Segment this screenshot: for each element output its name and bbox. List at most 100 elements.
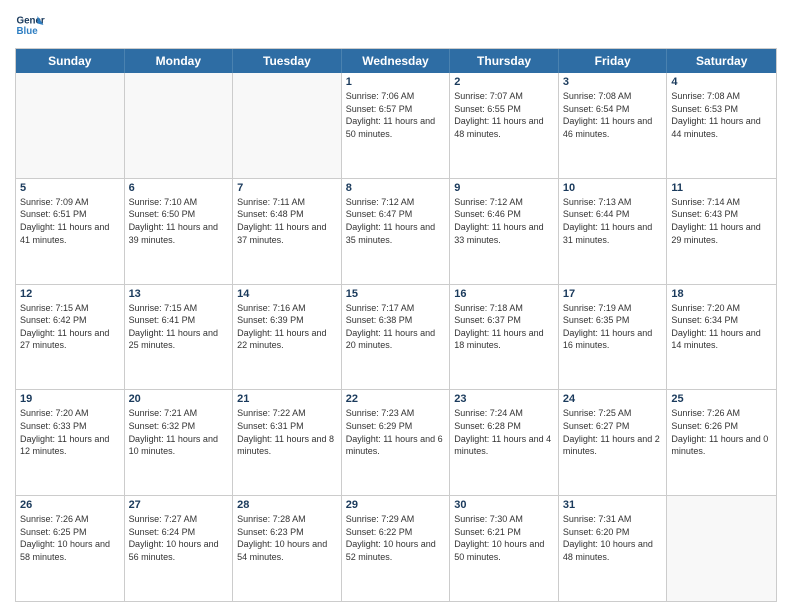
calendar-cell: 15 Sunrise: 7:17 AM Sunset: 6:38 PM Dayli… [342, 285, 451, 390]
day-info: Sunrise: 7:28 AM Sunset: 6:23 PM Dayligh… [237, 513, 337, 563]
calendar-cell: 26 Sunrise: 7:26 AM Sunset: 6:25 PM Dayli… [16, 496, 125, 601]
day-info: Sunrise: 7:25 AM Sunset: 6:27 PM Dayligh… [563, 407, 663, 457]
calendar-cell: 24 Sunrise: 7:25 AM Sunset: 6:27 PM Dayli… [559, 390, 668, 495]
header-cell-friday: Friday [559, 49, 668, 73]
day-number: 27 [129, 499, 229, 511]
calendar-cell: 13 Sunrise: 7:15 AM Sunset: 6:41 PM Dayli… [125, 285, 234, 390]
calendar-row-0: 1 Sunrise: 7:06 AM Sunset: 6:57 PM Daylig… [16, 73, 776, 179]
calendar-cell: 14 Sunrise: 7:16 AM Sunset: 6:39 PM Dayli… [233, 285, 342, 390]
calendar-cell: 11 Sunrise: 7:14 AM Sunset: 6:43 PM Dayli… [667, 179, 776, 284]
calendar-cell: 5 Sunrise: 7:09 AM Sunset: 6:51 PM Daylig… [16, 179, 125, 284]
day-number: 19 [20, 393, 120, 405]
day-info: Sunrise: 7:14 AM Sunset: 6:43 PM Dayligh… [671, 196, 772, 246]
day-info: Sunrise: 7:15 AM Sunset: 6:42 PM Dayligh… [20, 302, 120, 352]
day-number: 4 [671, 76, 772, 88]
day-info: Sunrise: 7:08 AM Sunset: 6:54 PM Dayligh… [563, 90, 663, 140]
calendar-row-1: 5 Sunrise: 7:09 AM Sunset: 6:51 PM Daylig… [16, 179, 776, 285]
day-number: 24 [563, 393, 663, 405]
day-number: 10 [563, 182, 663, 194]
day-number: 20 [129, 393, 229, 405]
calendar: SundayMondayTuesdayWednesdayThursdayFrid… [15, 48, 777, 602]
day-number: 6 [129, 182, 229, 194]
svg-text:Blue: Blue [17, 26, 39, 37]
day-info: Sunrise: 7:09 AM Sunset: 6:51 PM Dayligh… [20, 196, 120, 246]
header-cell-monday: Monday [125, 49, 234, 73]
day-info: Sunrise: 7:26 AM Sunset: 6:26 PM Dayligh… [671, 407, 772, 457]
calendar-cell: 20 Sunrise: 7:21 AM Sunset: 6:32 PM Dayli… [125, 390, 234, 495]
day-number: 23 [454, 393, 554, 405]
calendar-cell: 12 Sunrise: 7:15 AM Sunset: 6:42 PM Dayli… [16, 285, 125, 390]
day-info: Sunrise: 7:13 AM Sunset: 6:44 PM Dayligh… [563, 196, 663, 246]
day-info: Sunrise: 7:08 AM Sunset: 6:53 PM Dayligh… [671, 90, 772, 140]
day-info: Sunrise: 7:24 AM Sunset: 6:28 PM Dayligh… [454, 407, 554, 457]
calendar-body: 1 Sunrise: 7:06 AM Sunset: 6:57 PM Daylig… [16, 73, 776, 601]
calendar-cell: 6 Sunrise: 7:10 AM Sunset: 6:50 PM Daylig… [125, 179, 234, 284]
calendar-cell: 30Sunrise: 7:30 AM Sunset: 6:21 PM Dayli… [450, 496, 559, 601]
day-info: Sunrise: 7:22 AM Sunset: 6:31 PM Dayligh… [237, 407, 337, 457]
day-number: 7 [237, 182, 337, 194]
day-number: 17 [563, 288, 663, 300]
calendar-cell [16, 73, 125, 178]
calendar-cell: 22Sunrise: 7:23 AM Sunset: 6:29 PM Dayli… [342, 390, 451, 495]
day-number: 13 [129, 288, 229, 300]
calendar-cell: 31 Sunrise: 7:31 AM Sunset: 6:20 PM Dayli… [559, 496, 668, 601]
calendar-cell: 28 Sunrise: 7:28 AM Sunset: 6:23 PM Dayli… [233, 496, 342, 601]
day-number: 26 [20, 499, 120, 511]
calendar-header: SundayMondayTuesdayWednesdayThursdayFrid… [16, 49, 776, 73]
day-number: 3 [563, 76, 663, 88]
calendar-cell: 1 Sunrise: 7:06 AM Sunset: 6:57 PM Daylig… [342, 73, 451, 178]
calendar-cell: 23 Sunrise: 7:24 AM Sunset: 6:28 PM Dayli… [450, 390, 559, 495]
calendar-row-4: 26 Sunrise: 7:26 AM Sunset: 6:25 PM Dayli… [16, 496, 776, 601]
day-info: Sunrise: 7:21 AM Sunset: 6:32 PM Dayligh… [129, 407, 229, 457]
calendar-cell: 19 Sunrise: 7:20 AM Sunset: 6:33 PM Dayli… [16, 390, 125, 495]
calendar-cell: 27 Sunrise: 7:27 AM Sunset: 6:24 PM Dayli… [125, 496, 234, 601]
header-cell-sunday: Sunday [16, 49, 125, 73]
day-number: 14 [237, 288, 337, 300]
day-info: Sunrise: 7:15 AM Sunset: 6:41 PM Dayligh… [129, 302, 229, 352]
day-info: Sunrise: 7:27 AM Sunset: 6:24 PM Dayligh… [129, 513, 229, 563]
day-info: Sunrise: 7:16 AM Sunset: 6:39 PM Dayligh… [237, 302, 337, 352]
header-cell-saturday: Saturday [667, 49, 776, 73]
header-cell-tuesday: Tuesday [233, 49, 342, 73]
day-number: 30 [454, 499, 554, 511]
calendar-cell [233, 73, 342, 178]
calendar-cell: 8Sunrise: 7:12 AM Sunset: 6:47 PM Daylig… [342, 179, 451, 284]
day-info: Sunrise: 7:18 AM Sunset: 6:37 PM Dayligh… [454, 302, 554, 352]
day-info: Sunrise: 7:17 AM Sunset: 6:38 PM Dayligh… [346, 302, 446, 352]
day-number: 31 [563, 499, 663, 511]
day-number: 2 [454, 76, 554, 88]
calendar-cell: 4 Sunrise: 7:08 AM Sunset: 6:53 PM Daylig… [667, 73, 776, 178]
day-number: 12 [20, 288, 120, 300]
day-info: Sunrise: 7:12 AM Sunset: 6:46 PM Dayligh… [454, 196, 554, 246]
calendar-cell: 29 Sunrise: 7:29 AM Sunset: 6:22 PM Dayli… [342, 496, 451, 601]
header: General Blue [15, 10, 777, 40]
day-number: 1 [346, 76, 446, 88]
day-number: 21 [237, 393, 337, 405]
day-number: 16 [454, 288, 554, 300]
day-number: 9 [454, 182, 554, 194]
day-number: 25 [671, 393, 772, 405]
day-info: Sunrise: 7:19 AM Sunset: 6:35 PM Dayligh… [563, 302, 663, 352]
logo: General Blue [15, 10, 45, 40]
day-info: Sunrise: 7:11 AM Sunset: 6:48 PM Dayligh… [237, 196, 337, 246]
day-info: Sunrise: 7:12 AM Sunset: 6:47 PM Dayligh… [346, 196, 446, 246]
day-info: Sunrise: 7:29 AM Sunset: 6:22 PM Dayligh… [346, 513, 446, 563]
day-info: Sunrise: 7:20 AM Sunset: 6:33 PM Dayligh… [20, 407, 120, 457]
day-info: Sunrise: 7:07 AM Sunset: 6:55 PM Dayligh… [454, 90, 554, 140]
day-number: 5 [20, 182, 120, 194]
day-number: 29 [346, 499, 446, 511]
day-info: Sunrise: 7:10 AM Sunset: 6:50 PM Dayligh… [129, 196, 229, 246]
day-info: Sunrise: 7:06 AM Sunset: 6:57 PM Dayligh… [346, 90, 446, 140]
day-number: 11 [671, 182, 772, 194]
day-number: 28 [237, 499, 337, 511]
day-info: Sunrise: 7:26 AM Sunset: 6:25 PM Dayligh… [20, 513, 120, 563]
calendar-row-2: 12 Sunrise: 7:15 AM Sunset: 6:42 PM Dayli… [16, 285, 776, 391]
day-info: Sunrise: 7:20 AM Sunset: 6:34 PM Dayligh… [671, 302, 772, 352]
calendar-cell: 2 Sunrise: 7:07 AM Sunset: 6:55 PM Daylig… [450, 73, 559, 178]
header-cell-wednesday: Wednesday [342, 49, 451, 73]
day-number: 15 [346, 288, 446, 300]
day-info: Sunrise: 7:23 AM Sunset: 6:29 PM Dayligh… [346, 407, 446, 457]
header-cell-thursday: Thursday [450, 49, 559, 73]
day-info: Sunrise: 7:31 AM Sunset: 6:20 PM Dayligh… [563, 513, 663, 563]
calendar-cell: 7 Sunrise: 7:11 AM Sunset: 6:48 PM Daylig… [233, 179, 342, 284]
